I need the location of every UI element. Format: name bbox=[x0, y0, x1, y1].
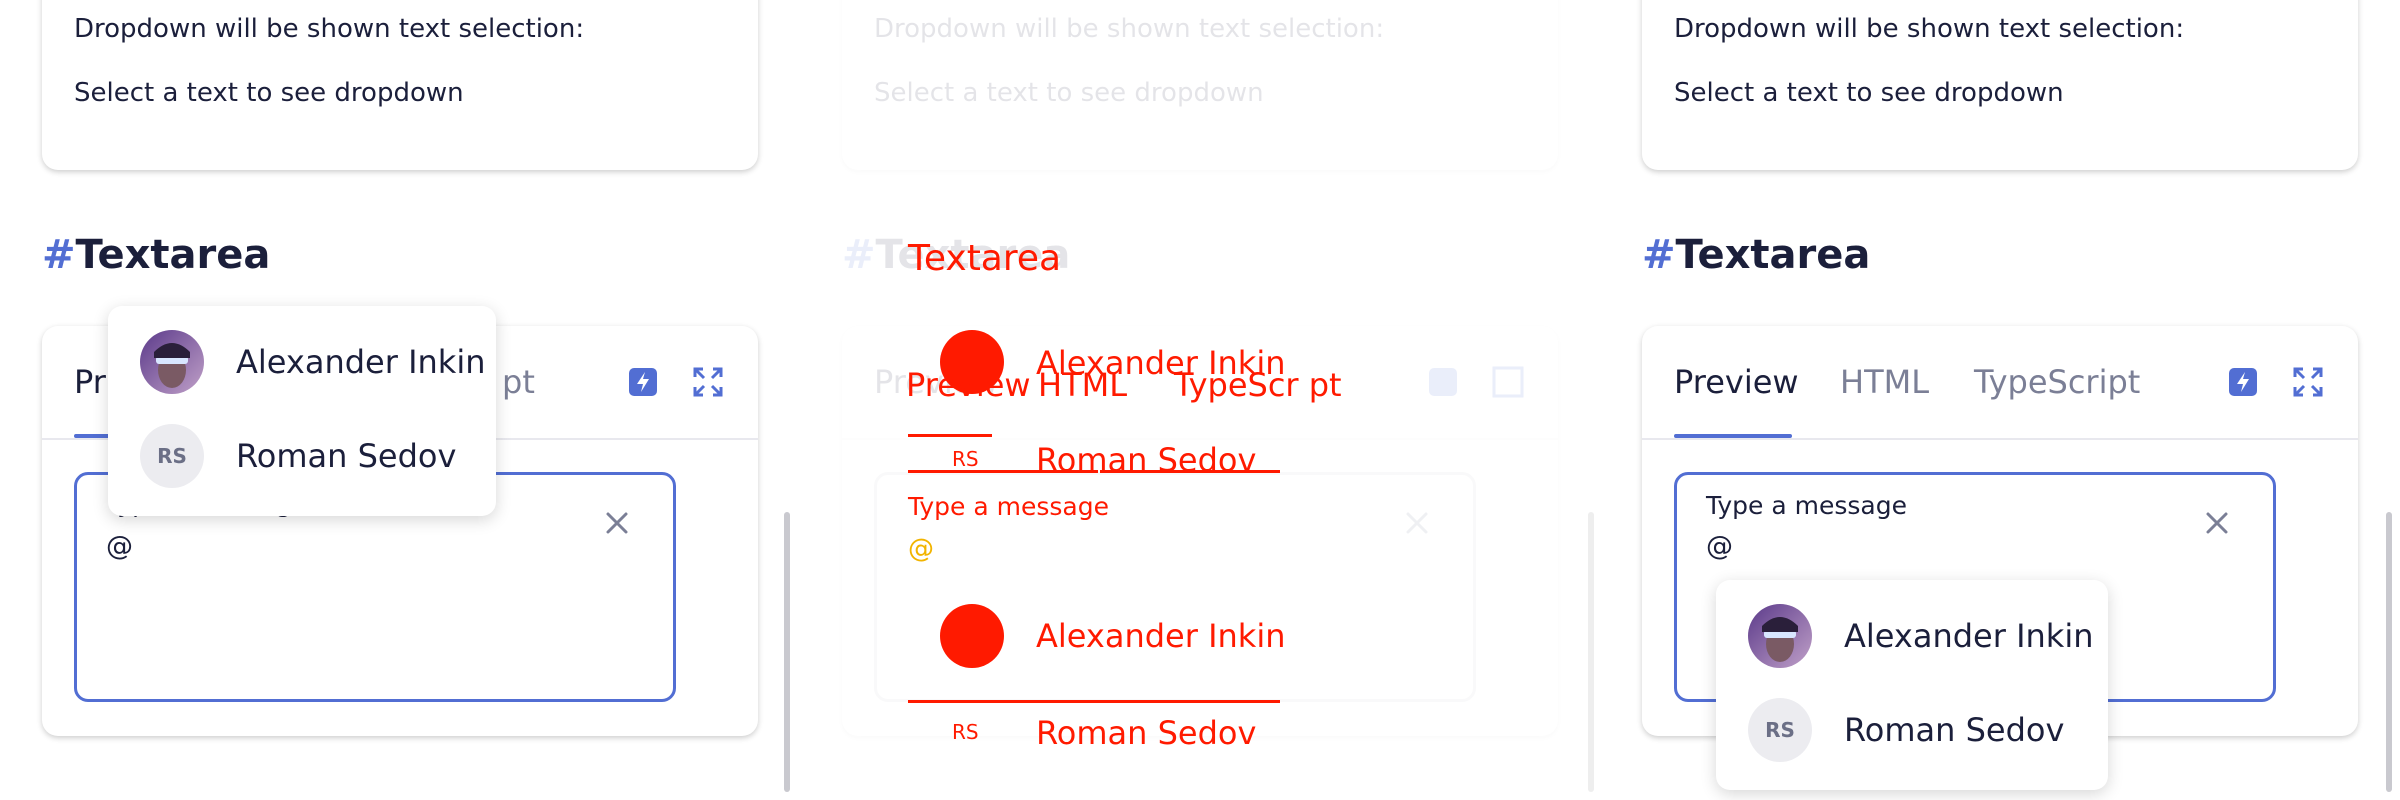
glitch-mention-name: Alexander Inkin bbox=[1036, 617, 1286, 655]
glitch-tab-preview: Preview bbox=[906, 366, 1031, 404]
tab-typescript[interactable]: pt bbox=[502, 363, 535, 401]
glitch-line bbox=[908, 700, 1102, 703]
scrollbar[interactable] bbox=[784, 512, 790, 792]
glitch-tab-html: HTML bbox=[1038, 366, 1128, 404]
glitch-line bbox=[908, 434, 992, 437]
section-heading: #Textarea bbox=[1642, 232, 1870, 278]
mention-name: Alexander Inkin bbox=[1844, 617, 2094, 655]
section-title: Textarea bbox=[1675, 232, 1871, 278]
selection-instruction-text: Select a text to see dropdown bbox=[1674, 78, 2064, 108]
lightning-icon[interactable] bbox=[627, 366, 659, 398]
avatar bbox=[140, 330, 204, 394]
mention-name: Roman Sedov bbox=[1844, 711, 2065, 749]
anchor-hash[interactable]: # bbox=[42, 232, 76, 278]
active-tab-indicator bbox=[1674, 434, 1792, 438]
panel-middle: Dropdown will be shown text selection: S… bbox=[800, 0, 1600, 800]
expand-icon[interactable] bbox=[692, 366, 724, 398]
render-glitch-overlay: Textarea Alexander Inkin Preview HTML Ty… bbox=[800, 0, 1600, 800]
section-title: Textarea bbox=[75, 232, 271, 278]
selection-dropdown-card: Dropdown will be shown text selection: S… bbox=[42, 0, 758, 170]
scrollbar[interactable] bbox=[1588, 512, 1594, 792]
glitch-initials: RS bbox=[952, 720, 979, 744]
glitch-line bbox=[1100, 700, 1280, 703]
panel-left: Dropdown will be shown text selection: S… bbox=[0, 0, 800, 800]
glitch-avatar bbox=[940, 604, 1004, 668]
textarea-value: @ bbox=[1706, 531, 1733, 562]
mention-name: Alexander Inkin bbox=[236, 343, 486, 381]
mention-option[interactable]: Alexander Inkin bbox=[108, 314, 496, 410]
mention-name: Roman Sedov bbox=[236, 437, 457, 475]
mention-option[interactable]: Alexander Inkin bbox=[1716, 588, 2108, 684]
glitch-at-sign: @ bbox=[908, 534, 934, 564]
avatar: RS bbox=[140, 424, 204, 488]
selection-hint-text: Dropdown will be shown text selection: bbox=[74, 14, 585, 44]
glitch-placeholder: Type a message bbox=[908, 492, 1109, 521]
lightning-icon[interactable] bbox=[2227, 366, 2259, 398]
textarea-label: Type a message bbox=[1706, 491, 1907, 520]
glitch-tab-typescript: TypeScr pt bbox=[1174, 366, 1342, 404]
anchor-hash[interactable]: # bbox=[1642, 232, 1676, 278]
mention-dropdown: Alexander Inkin RS Roman Sedov bbox=[108, 306, 496, 516]
glitch-initials: RS bbox=[952, 447, 979, 471]
close-icon[interactable] bbox=[2203, 509, 2231, 537]
tab-preview[interactable]: Preview bbox=[1674, 363, 1799, 401]
avatar bbox=[1748, 604, 1812, 668]
mention-option[interactable]: RS Roman Sedov bbox=[1716, 682, 2108, 778]
mention-option[interactable]: RS Roman Sedov bbox=[108, 408, 496, 504]
expand-icon[interactable] bbox=[2292, 366, 2324, 398]
selection-hint-text: Dropdown will be shown text selection: bbox=[1674, 14, 2185, 44]
glitch-line bbox=[1100, 470, 1280, 473]
avatar: RS bbox=[1748, 698, 1812, 762]
glitch-title: Textarea bbox=[908, 238, 1062, 279]
glitch-mention-name: Roman Sedov bbox=[1036, 441, 1257, 479]
mention-dropdown: Alexander Inkin RS Roman Sedov bbox=[1716, 580, 2108, 790]
section-heading: #Textarea bbox=[42, 232, 270, 278]
selection-dropdown-card: Dropdown will be shown text selection: S… bbox=[1642, 0, 2358, 170]
scrollbar[interactable] bbox=[2386, 512, 2392, 792]
glitch-line bbox=[908, 470, 1098, 473]
close-icon[interactable] bbox=[603, 509, 631, 537]
glitch-mention-name: Roman Sedov bbox=[1036, 714, 1257, 752]
tab-bar: Preview HTML TypeScript bbox=[1642, 326, 2358, 440]
textarea-value: @ bbox=[106, 531, 133, 562]
panel-right: Dropdown will be shown text selection: S… bbox=[1600, 0, 2400, 800]
tab-preview[interactable]: Pr bbox=[74, 363, 106, 401]
selection-instruction-text: Select a text to see dropdown bbox=[74, 78, 464, 108]
tab-typescript[interactable]: TypeScript bbox=[1974, 363, 2140, 401]
tab-html[interactable]: HTML bbox=[1840, 363, 1929, 401]
